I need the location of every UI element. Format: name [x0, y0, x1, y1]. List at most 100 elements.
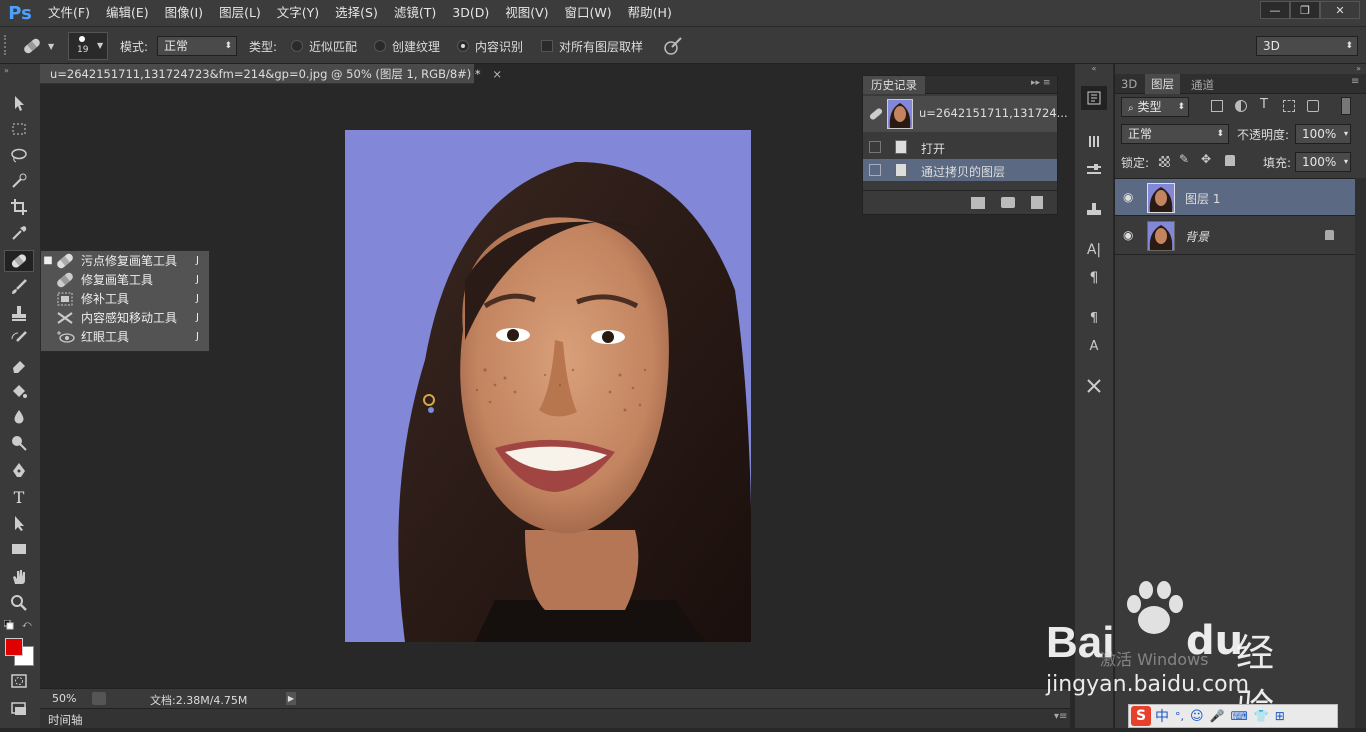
tab-3d[interactable]: 3D: [1121, 77, 1137, 91]
workspace-select[interactable]: 3D ⬍: [1256, 36, 1358, 56]
filter-type-icon[interactable]: T: [1260, 97, 1268, 112]
zoom-tool-icon[interactable]: [4, 592, 34, 614]
emoji-icon[interactable]: ☺: [1190, 709, 1204, 724]
close-button[interactable]: ✕: [1320, 1, 1360, 19]
document-photo[interactable]: [345, 130, 751, 642]
opacity-input[interactable]: 100% ▾: [1295, 124, 1351, 144]
layers-scrollbar[interactable]: [1355, 178, 1366, 728]
share-icon[interactable]: [92, 692, 106, 705]
paragraph-styles-icon[interactable]: ¶: [1081, 306, 1107, 330]
layer-row[interactable]: ◉ 背景: [1115, 217, 1355, 255]
paragraph-panel-icon[interactable]: ¶: [1081, 266, 1107, 290]
status-menu-arrow-icon[interactable]: ▶: [286, 692, 296, 705]
history-tab[interactable]: 历史记录: [863, 76, 925, 94]
brush-tool-icon[interactable]: [4, 276, 34, 298]
collapse-arrows-icon[interactable]: »: [4, 66, 9, 75]
zoom-level[interactable]: 50%: [52, 692, 76, 705]
menu-select[interactable]: 选择(S): [327, 0, 386, 26]
filter-adjustment-icon[interactable]: [1235, 100, 1247, 112]
menu-file[interactable]: 文件(F): [40, 0, 98, 26]
menu-help[interactable]: 帮助(H): [620, 0, 680, 26]
menu-window[interactable]: 窗口(W): [557, 0, 620, 26]
character-panel-icon[interactable]: A|: [1081, 238, 1107, 262]
flyout-item-patch[interactable]: 修补工具 J: [41, 289, 209, 308]
screen-mode-icon[interactable]: [4, 698, 34, 720]
radio-create-texture[interactable]: [374, 40, 386, 52]
filter-toggle[interactable]: [1341, 97, 1351, 115]
camera-icon[interactable]: [1001, 197, 1015, 208]
lock-position-icon[interactable]: ✥: [1201, 152, 1211, 166]
filter-pixel-icon[interactable]: [1211, 100, 1223, 112]
sample-all-layers-checkbox[interactable]: [541, 40, 553, 52]
eraser-tool-icon[interactable]: [4, 354, 34, 376]
menu-layer[interactable]: 图层(L): [211, 0, 269, 26]
menu-view[interactable]: 视图(V): [497, 0, 556, 26]
radio-proximity-match[interactable]: [291, 40, 303, 52]
close-tab-icon[interactable]: ×: [492, 67, 502, 81]
move-tool-icon[interactable]: [4, 92, 34, 114]
tab-layers[interactable]: 图层: [1145, 74, 1180, 94]
radio-content-aware[interactable]: [457, 40, 469, 52]
step-source-checkbox[interactable]: [869, 164, 881, 176]
lock-all-icon[interactable]: [1225, 155, 1235, 166]
panel-menu-icon[interactable]: ▸▸ ≡: [1031, 78, 1050, 88]
menu-3d[interactable]: 3D(D): [444, 0, 497, 26]
flyout-item-spot-healing[interactable]: ■ 污点修复画笔工具 J: [41, 251, 209, 270]
rectangle-tool-icon[interactable]: [4, 538, 34, 560]
dodge-tool-icon[interactable]: [4, 432, 34, 454]
character-styles-icon[interactable]: A: [1081, 334, 1107, 358]
crop-tool-icon[interactable]: [4, 196, 34, 218]
layer-name[interactable]: 图层 1: [1185, 190, 1220, 207]
history-panel-icon[interactable]: [1081, 86, 1107, 110]
clone-source-icon[interactable]: [1081, 198, 1107, 222]
filter-kind-select[interactable]: ⌕ 类型 ⬍: [1121, 97, 1189, 117]
keyboard-icon[interactable]: ⌨: [1231, 709, 1248, 723]
menu-type[interactable]: 文字(Y): [269, 0, 327, 26]
minimize-button[interactable]: —: [1260, 1, 1290, 19]
menu-image[interactable]: 图像(I): [157, 0, 211, 26]
flyout-item-content-aware-move[interactable]: 内容感知移动工具 J: [41, 308, 209, 327]
pressure-size-icon[interactable]: [662, 35, 684, 57]
brush-presets-icon[interactable]: [1081, 130, 1107, 154]
healing-tool-icon[interactable]: [4, 250, 34, 272]
history-brush-tool-icon[interactable]: [4, 328, 34, 350]
fill-input[interactable]: 100% ▾: [1295, 152, 1351, 172]
timeline-bar[interactable]: 时间轴 ▾≡: [40, 708, 1070, 728]
default-colors-icon[interactable]: [4, 620, 14, 630]
flyout-item-healing-brush[interactable]: 修复画笔工具 J: [41, 270, 209, 289]
history-step-layer-via-copy[interactable]: 通过拷贝的图层: [863, 159, 1057, 181]
type-tool-icon[interactable]: T: [4, 486, 34, 508]
lasso-tool-icon[interactable]: [4, 144, 34, 166]
clone-stamp-tool-icon[interactable]: [4, 302, 34, 324]
swap-colors-icon[interactable]: ⤺: [22, 620, 32, 630]
panel-menu-icon[interactable]: ▾≡: [1054, 711, 1067, 722]
marquee-tool-icon[interactable]: [4, 118, 34, 140]
adjustments-icon[interactable]: [1081, 158, 1107, 182]
lock-image-icon[interactable]: ✎: [1179, 152, 1189, 166]
layer-name[interactable]: 背景: [1185, 228, 1209, 245]
skin-icon[interactable]: 👕: [1254, 709, 1269, 723]
pen-tool-icon[interactable]: [4, 460, 34, 482]
collapse-arrows-icon[interactable]: »: [1115, 64, 1366, 74]
new-document-from-state-icon[interactable]: [971, 197, 985, 209]
quick-mask-icon[interactable]: [4, 670, 34, 692]
tab-channels[interactable]: 通道: [1191, 77, 1214, 93]
flyout-item-red-eye[interactable]: 红眼工具 J: [41, 327, 209, 346]
tool-presets-icon[interactable]: [1081, 374, 1107, 398]
panel-menu-icon[interactable]: ≡: [1351, 76, 1359, 87]
eyedropper-tool-icon[interactable]: [4, 222, 34, 244]
lock-transparent-icon[interactable]: [1159, 156, 1170, 167]
collapse-arrows-icon[interactable]: «: [1075, 64, 1113, 74]
quick-select-tool-icon[interactable]: [4, 170, 34, 192]
punctuation-icon[interactable]: °,: [1175, 710, 1184, 723]
microphone-icon[interactable]: 🎤: [1210, 709, 1225, 723]
paint-bucket-tool-icon[interactable]: [4, 380, 34, 402]
visibility-eye-icon[interactable]: ◉: [1123, 228, 1133, 242]
path-select-tool-icon[interactable]: [4, 512, 34, 534]
toolbox-icon[interactable]: ⊞: [1275, 709, 1285, 723]
menu-filter[interactable]: 滤镜(T): [386, 0, 444, 26]
layer-row[interactable]: ◉ 图层 1: [1115, 178, 1355, 216]
sogou-logo-icon[interactable]: S: [1131, 706, 1151, 726]
menu-edit[interactable]: 编辑(E): [98, 0, 157, 26]
filter-shape-icon[interactable]: [1283, 100, 1295, 112]
